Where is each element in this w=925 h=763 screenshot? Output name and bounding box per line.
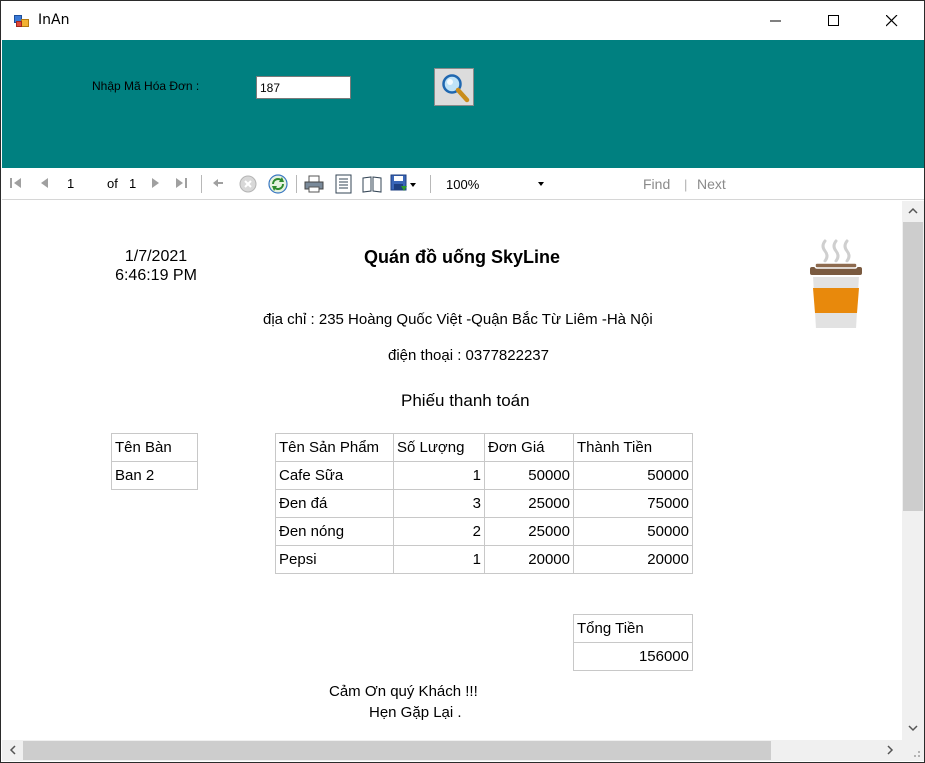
report-time: 6:46:19 PM (115, 267, 197, 284)
table-value: Ban 2 (111, 461, 198, 490)
minimize-icon (770, 20, 781, 22)
close-icon (886, 15, 898, 27)
column-header: Tên Sản Phẩm (275, 433, 394, 462)
total-value: 156000 (573, 642, 693, 671)
item-name: Đen nóng (275, 517, 394, 546)
item-amount: 75000 (573, 489, 693, 518)
chevron-left-icon[interactable] (9, 745, 17, 755)
item-price: 20000 (484, 545, 574, 574)
toolbar-separator (296, 175, 297, 193)
report-heading: Phiếu thanh toán (401, 391, 530, 410)
minimize-button[interactable] (747, 1, 805, 40)
column-header: Đơn Giá (484, 433, 574, 462)
toolbar-separator (201, 175, 202, 193)
app-window: InAn Nhập Mã Hóa Đơn : 1 of 1 (0, 0, 925, 763)
item-amount: 20000 (573, 545, 693, 574)
table-row: Pepsi 1 20000 20000 (275, 545, 693, 574)
invoice-label: Nhập Mã Hóa Đơn : (92, 79, 200, 93)
zoom-value: 100% (446, 177, 480, 192)
last-page-icon[interactable] (174, 176, 188, 190)
column-header: Số Lượng (393, 433, 485, 462)
next-link[interactable]: Next (697, 176, 726, 192)
chevron-down-icon[interactable] (908, 724, 918, 732)
horizontal-scrollbar[interactable] (2, 740, 902, 761)
item-price: 50000 (484, 461, 574, 490)
invoice-input[interactable] (256, 76, 351, 99)
shop-address: địa chỉ : 235 Hoàng Quốc Việt -Quận Bắc … (263, 311, 653, 328)
item-quantity: 1 (393, 461, 485, 490)
report-datetime: 1/7/2021 6:46:19 PM (106, 247, 206, 285)
total-pages: 1 (129, 176, 137, 191)
report-viewport[interactable]: 1/7/2021 6:46:19 PM Quán đồ uống SkyLine… (2, 201, 902, 740)
resize-grip-icon[interactable] (902, 740, 924, 761)
item-quantity: 2 (393, 517, 485, 546)
zoom-select[interactable]: 100% (442, 173, 550, 195)
page-number-input[interactable]: 1 (63, 173, 101, 195)
vertical-scroll-thumb[interactable] (903, 222, 923, 511)
chevron-right-icon[interactable] (886, 745, 894, 755)
table-row: Đen nóng 2 25000 50000 (275, 517, 693, 546)
column-header: Thành Tiền (573, 433, 693, 462)
first-page-icon[interactable] (9, 176, 23, 190)
shop-name: Quán đồ uống SkyLine (364, 247, 561, 267)
table-row: Cafe Sữa 1 50000 50000 (275, 461, 693, 490)
total-table: Tổng Tiền 156000 (573, 614, 693, 671)
maximize-button[interactable] (805, 1, 863, 40)
print-icon[interactable] (304, 174, 324, 194)
back-icon[interactable] (211, 176, 225, 190)
find-separator: | (684, 177, 688, 192)
thanks-message: Cảm Ơn quý Khách !!! (329, 683, 478, 700)
title-bar[interactable]: InAn (1, 1, 924, 40)
item-quantity: 3 (393, 489, 485, 518)
item-name: Đen đá (275, 489, 394, 518)
goodbye-message: Hẹn Gặp Lại . (369, 704, 462, 721)
item-amount: 50000 (573, 517, 693, 546)
vertical-scrollbar[interactable] (902, 201, 924, 740)
items-table: Tên Sản Phẩm Số Lượng Đơn Giá Thành Tiền… (275, 433, 693, 574)
horizontal-scroll-thumb[interactable] (23, 741, 771, 760)
report-toolbar: 1 of 1 100% Find | Next (2, 168, 924, 200)
page-setup-icon[interactable] (362, 174, 382, 194)
search-button[interactable] (434, 68, 474, 106)
find-link[interactable]: Find (643, 176, 670, 192)
table-row: Đen đá 3 25000 75000 (275, 489, 693, 518)
table-header-row: Tên Sản Phẩm Số Lượng Đơn Giá Thành Tiền (275, 433, 693, 462)
next-page-icon[interactable] (148, 176, 162, 190)
search-icon (442, 74, 470, 103)
previous-page-icon[interactable] (38, 176, 52, 190)
close-button[interactable] (863, 1, 921, 40)
table-header: Tên Bàn (111, 433, 198, 462)
stop-icon[interactable] (239, 175, 257, 193)
search-panel: Nhập Mã Hóa Đơn : (2, 40, 924, 168)
item-amount: 50000 (573, 461, 693, 490)
window-title: InAn (38, 12, 70, 28)
report-date: 1/7/2021 (124, 248, 188, 265)
item-price: 25000 (484, 517, 574, 546)
toolbar-separator (430, 175, 431, 193)
total-header: Tổng Tiền (573, 614, 693, 643)
find-input[interactable] (560, 173, 632, 195)
item-name: Pepsi (275, 545, 394, 574)
print-layout-icon[interactable] (334, 174, 354, 194)
refresh-icon[interactable] (268, 174, 288, 194)
shop-phone: điện thoại : 0377822237 (388, 347, 549, 364)
export-icon[interactable] (390, 174, 416, 194)
chevron-up-icon[interactable] (908, 207, 918, 215)
of-label: of (107, 176, 118, 191)
chevron-down-icon (538, 182, 544, 186)
maximize-icon (828, 15, 839, 26)
app-icon (14, 13, 30, 29)
item-name: Cafe Sữa (275, 461, 394, 490)
table-info: Tên Bàn Ban 2 (111, 433, 198, 490)
item-quantity: 1 (393, 545, 485, 574)
coffee-cup-icon (808, 239, 864, 330)
item-price: 25000 (484, 489, 574, 518)
